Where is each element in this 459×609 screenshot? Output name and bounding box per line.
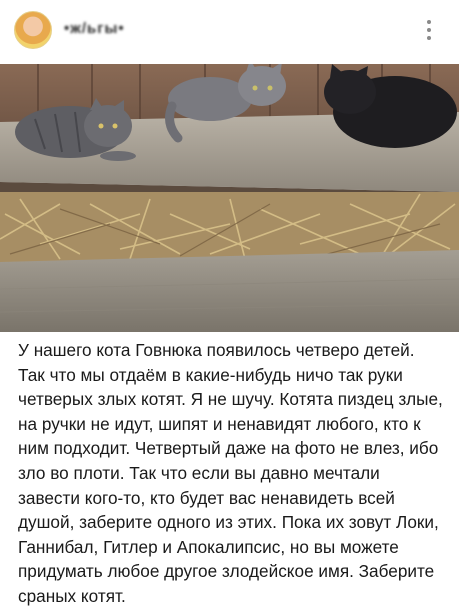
post-header: •ж/ьгы• [0, 0, 459, 62]
more-vert-icon[interactable] [418, 16, 440, 44]
post-photo [0, 64, 459, 332]
post-text: У нашего кота Говнюка появилось четверо … [18, 340, 443, 606]
author-avatar[interactable] [14, 11, 52, 49]
author-name[interactable]: •ж/ьгы• [64, 20, 125, 37]
